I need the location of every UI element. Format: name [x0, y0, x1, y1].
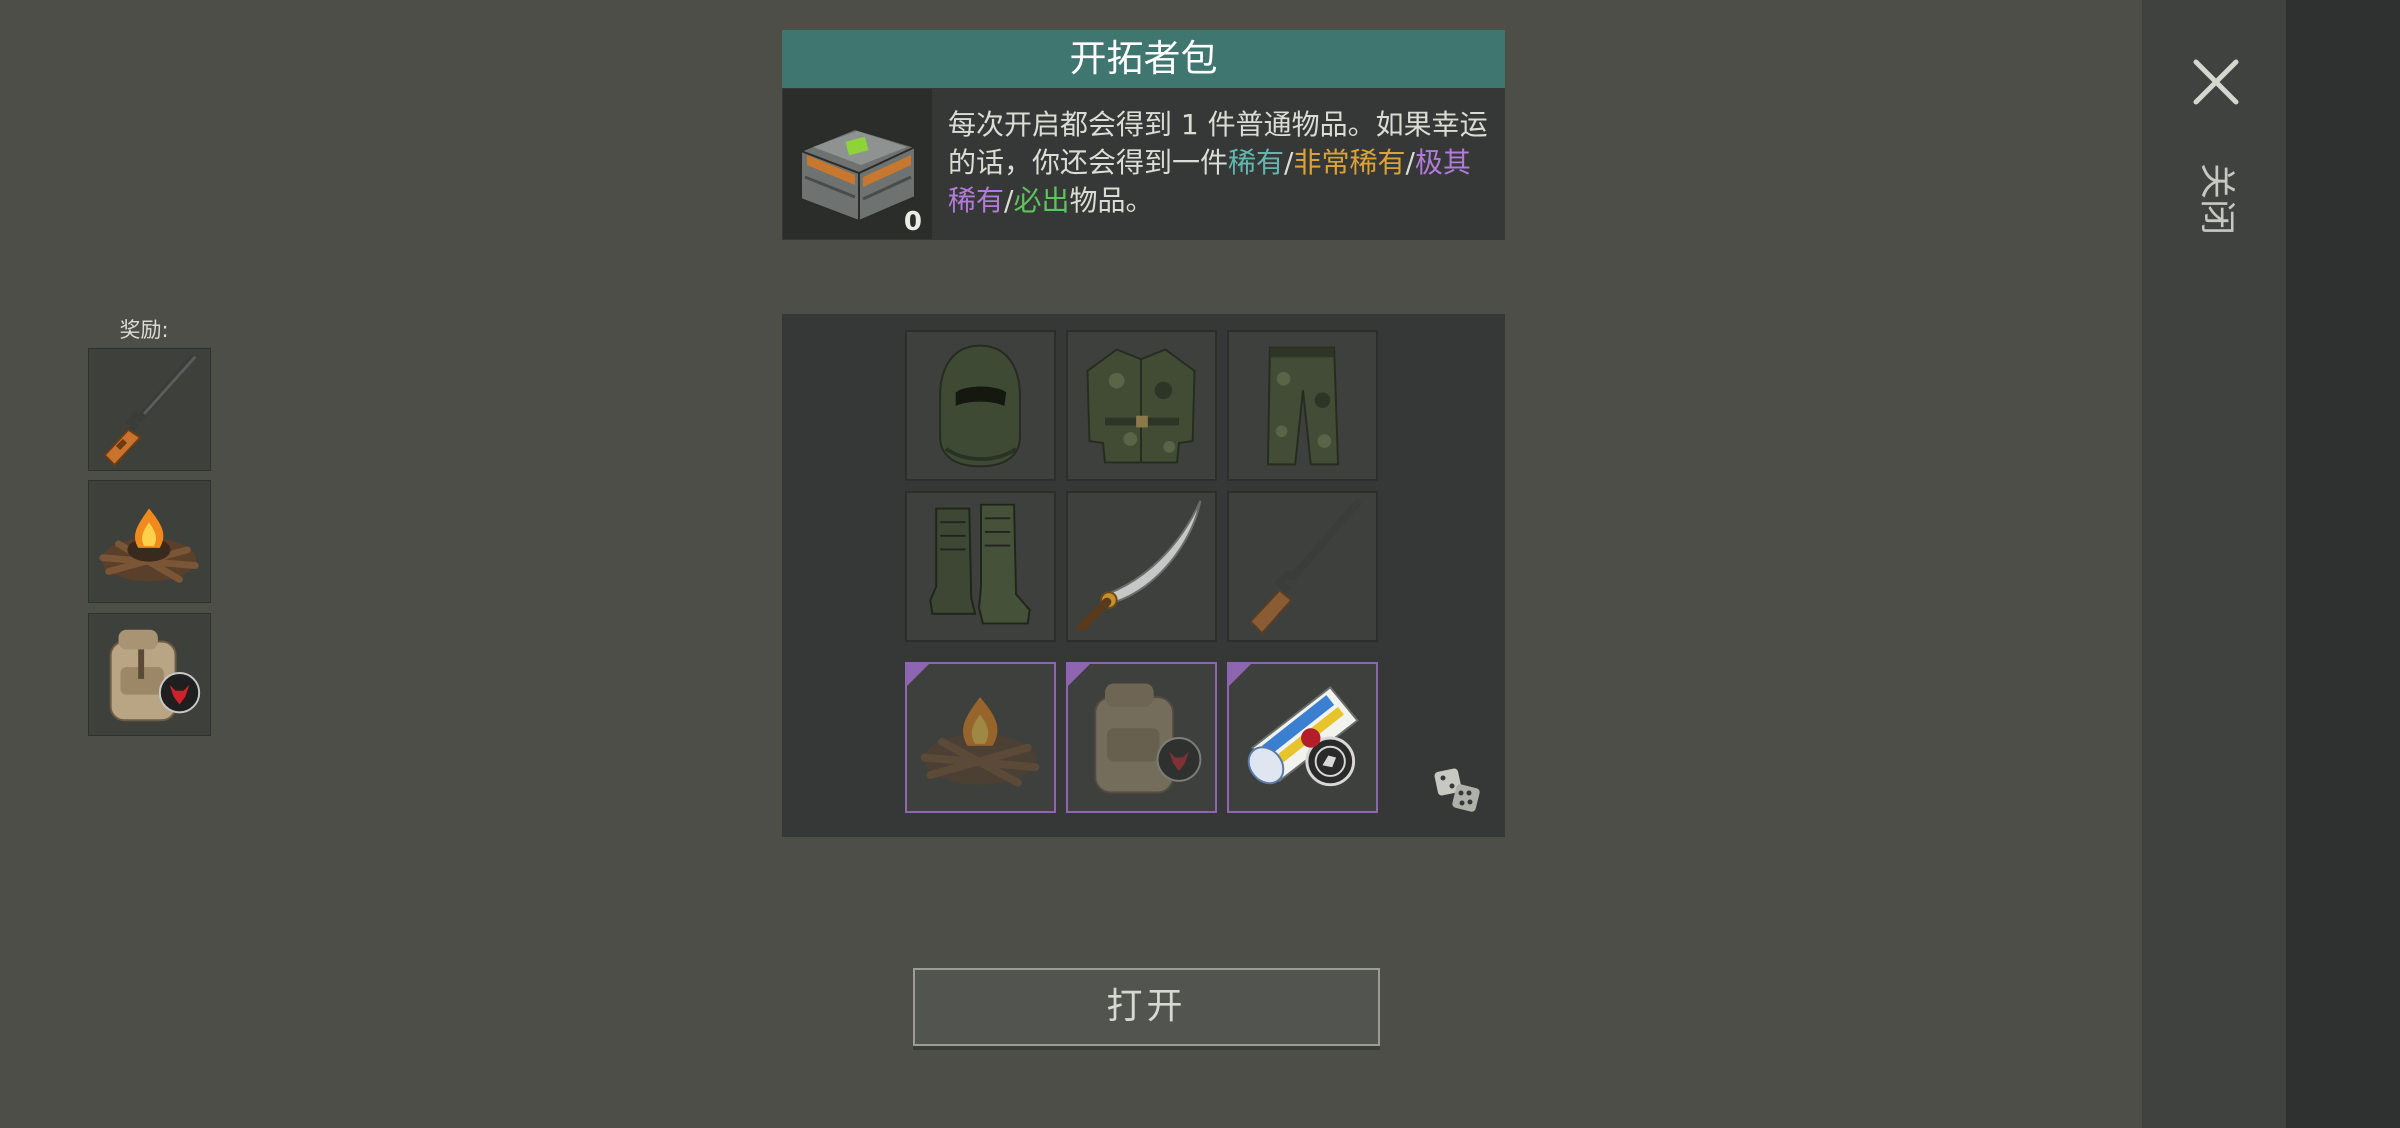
- reward-slot-rifle[interactable]: [88, 348, 211, 471]
- pack-description: 每次开启都会得到 1 件普通物品。如果幸运的话，你还会得到一件稀有/非常稀有/极…: [948, 106, 1498, 220]
- side-edge: [2286, 0, 2400, 1128]
- loot-slot-boots[interactable]: [905, 491, 1056, 642]
- loot-slot-balaclava[interactable]: [905, 330, 1056, 481]
- reward-slot-backpack[interactable]: [88, 613, 211, 736]
- loot-slot-camo-pants[interactable]: [1227, 330, 1378, 481]
- pack-header: 开拓者包: [782, 30, 1505, 88]
- pack-title: 开拓者包: [1069, 37, 1218, 80]
- backpack-icon: [1094, 683, 1202, 794]
- balaclava-icon: [939, 344, 1021, 468]
- dice-icon[interactable]: [1432, 766, 1484, 818]
- reward-slot-campfire[interactable]: [88, 480, 211, 603]
- open-button-label: 打开: [1106, 986, 1187, 1027]
- jacket-icon: [1086, 348, 1196, 464]
- rarity-guaranteed: 必出: [1013, 184, 1070, 217]
- rifle-icon: [103, 355, 197, 467]
- campfire-icon: [99, 508, 199, 583]
- pack-thumbnail: 0: [783, 89, 932, 239]
- loot-slot-rifle[interactable]: [1227, 491, 1378, 642]
- scroll-icon: [1247, 686, 1359, 787]
- loot-slot-scroll[interactable]: [1227, 662, 1378, 813]
- boots-icon: [929, 503, 1031, 625]
- desc-text-end: 物品。: [1069, 184, 1154, 217]
- pack-info: 0 每次开启都会得到 1 件普通物品。如果幸运的话，你还会得到一件稀有/非常稀有…: [782, 88, 1505, 240]
- rifle-icon: [1249, 498, 1362, 635]
- loot-slot-camo-jacket[interactable]: [1066, 330, 1217, 481]
- loot-slot-backpack[interactable]: [1066, 662, 1217, 813]
- loot-slot-campfire[interactable]: [905, 662, 1056, 813]
- loot-panel: [782, 314, 1505, 837]
- backpack-icon: [109, 629, 201, 722]
- rarity-rare: 稀有: [1228, 146, 1285, 179]
- rewards-label: 奖励:: [119, 318, 169, 342]
- separator: /: [1405, 146, 1415, 179]
- close-x-icon: [2190, 56, 2242, 108]
- open-button[interactable]: 打开: [913, 968, 1380, 1046]
- close-button[interactable]: 关闭: [2176, 44, 2256, 244]
- machete-icon: [1077, 500, 1202, 632]
- close-label: 关闭: [2196, 162, 2237, 235]
- campfire-icon: [920, 697, 1040, 787]
- pants-icon: [1266, 346, 1340, 466]
- loot-slot-machete[interactable]: [1066, 491, 1217, 642]
- pack-count: 0: [903, 207, 922, 237]
- rarity-very-rare: 非常稀有: [1293, 146, 1406, 179]
